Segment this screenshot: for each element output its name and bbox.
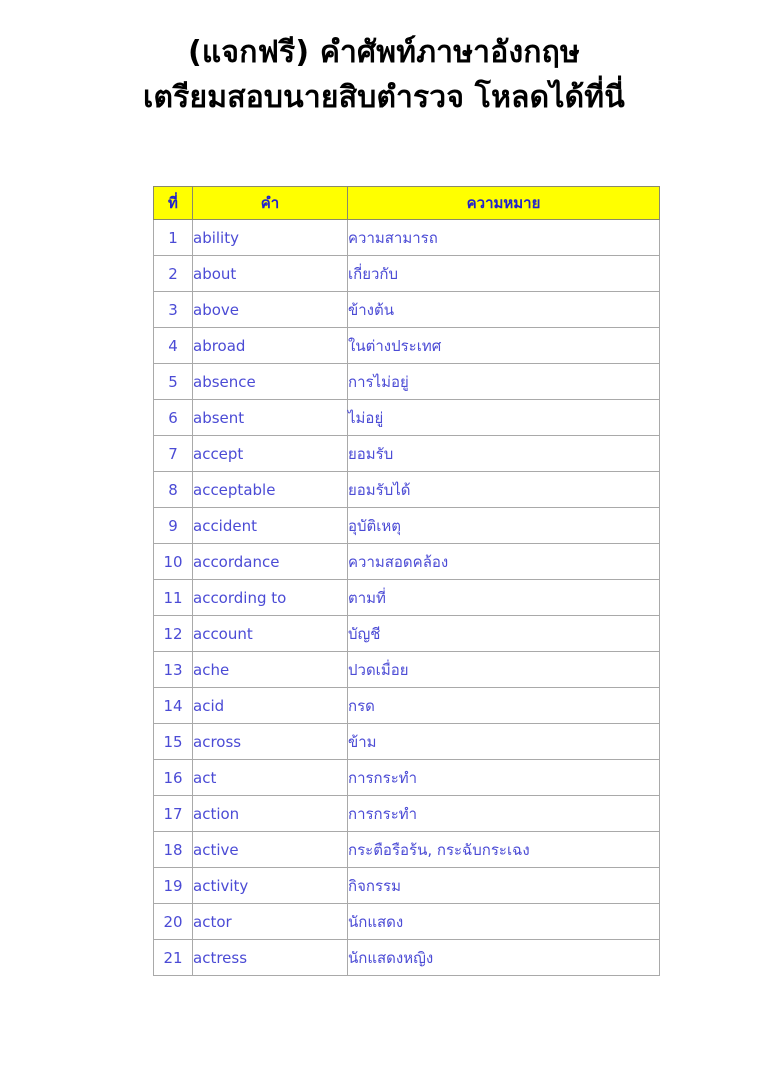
table-row: 2 about เกี่ยวกับ: [153, 255, 660, 292]
cell-number: 5: [153, 363, 193, 400]
cell-word: according to: [192, 579, 348, 616]
cell-number: 7: [153, 435, 193, 472]
cell-meaning: นักแสดง: [347, 903, 660, 940]
cell-word: active: [192, 831, 348, 868]
cell-number: 11: [153, 579, 193, 616]
page-title: (แจกฟรี) คำศัพท์ภาษาอังกฤษ เตรียมสอบนายส…: [0, 0, 768, 120]
cell-word: absence: [192, 363, 348, 400]
table-row: 4 abroad ในต่างประเทศ: [153, 327, 660, 364]
vocabulary-table: ที่ คำ ความหมาย 1 ability ความสามารถ 2 about…: [153, 186, 660, 976]
cell-meaning: ตามที่: [347, 579, 660, 616]
cell-number: 6: [153, 399, 193, 436]
table-row: 17 action การกระทำ: [153, 795, 660, 832]
cell-word: accordance: [192, 543, 348, 580]
cell-meaning: การกระทำ: [347, 759, 660, 796]
table-row: 12 account บัญชี: [153, 615, 660, 652]
column-header-meaning: ความหมาย: [347, 186, 660, 220]
table-row: 11 according to ตามที่: [153, 579, 660, 616]
cell-word: acceptable: [192, 471, 348, 508]
table-row: 21 actress นักแสดงหญิง: [153, 939, 660, 976]
cell-meaning: กระตือรือร้น, กระฉับกระเฉง: [347, 831, 660, 868]
table-row: 14 acid กรด: [153, 687, 660, 724]
cell-word: about: [192, 255, 348, 292]
table-row: 9 accident อุบัติเหตุ: [153, 507, 660, 544]
cell-meaning: ข้างต้น: [347, 291, 660, 328]
cell-meaning: ความสามารถ: [347, 219, 660, 256]
table-row: 3 above ข้างต้น: [153, 291, 660, 328]
cell-word: accident: [192, 507, 348, 544]
cell-word: activity: [192, 867, 348, 904]
cell-number: 14: [153, 687, 193, 724]
cell-word: across: [192, 723, 348, 760]
cell-meaning: ในต่างประเทศ: [347, 327, 660, 364]
cell-meaning: กรด: [347, 687, 660, 724]
cell-number: 3: [153, 291, 193, 328]
cell-meaning: นักแสดงหญิง: [347, 939, 660, 976]
cell-meaning: ยอมรับ: [347, 435, 660, 472]
cell-number: 2: [153, 255, 193, 292]
cell-word: ability: [192, 219, 348, 256]
column-header-word: คำ: [192, 186, 348, 220]
cell-word: absent: [192, 399, 348, 436]
table-header: ที่ คำ ความหมาย: [153, 186, 660, 220]
cell-meaning: เกี่ยวกับ: [347, 255, 660, 292]
table-row: 15 across ข้าม: [153, 723, 660, 760]
cell-meaning: บัญชี: [347, 615, 660, 652]
cell-number: 20: [153, 903, 193, 940]
cell-meaning: ข้าม: [347, 723, 660, 760]
title-line-2: เตรียมสอบนายสิบตำรวจ โหลดได้ที่นี่: [143, 80, 625, 115]
table-row: 16 act การกระทำ: [153, 759, 660, 796]
cell-word: acid: [192, 687, 348, 724]
cell-number: 8: [153, 471, 193, 508]
cell-number: 1: [153, 219, 193, 256]
cell-number: 13: [153, 651, 193, 688]
cell-word: actress: [192, 939, 348, 976]
cell-meaning: การกระทำ: [347, 795, 660, 832]
title-line-1: (แจกฟรี) คำศัพท์ภาษาอังกฤษ: [187, 35, 581, 70]
table-body: 1 ability ความสามารถ 2 about เกี่ยวกับ 3 above ข…: [153, 219, 660, 976]
cell-word: ache: [192, 651, 348, 688]
table-row: 5 absence การไม่อยู่: [153, 363, 660, 400]
cell-word: action: [192, 795, 348, 832]
table-row: 7 accept ยอมรับ: [153, 435, 660, 472]
table-header-row: ที่ คำ ความหมาย: [153, 186, 660, 220]
cell-word: account: [192, 615, 348, 652]
cell-meaning: กิจกรรม: [347, 867, 660, 904]
cell-number: 19: [153, 867, 193, 904]
cell-meaning: ปวดเมื่อย: [347, 651, 660, 688]
cell-number: 15: [153, 723, 193, 760]
cell-number: 17: [153, 795, 193, 832]
table-row: 13 ache ปวดเมื่อย: [153, 651, 660, 688]
cell-meaning: ไม่อยู่: [347, 399, 660, 436]
cell-number: 12: [153, 615, 193, 652]
table-row: 20 actor นักแสดง: [153, 903, 660, 940]
table-row: 6 absent ไม่อยู่: [153, 399, 660, 436]
cell-number: 10: [153, 543, 193, 580]
cell-meaning: อุบัติเหตุ: [347, 507, 660, 544]
cell-word: above: [192, 291, 348, 328]
cell-word: act: [192, 759, 348, 796]
cell-number: 18: [153, 831, 193, 868]
cell-word: actor: [192, 903, 348, 940]
cell-number: 21: [153, 939, 193, 976]
cell-word: abroad: [192, 327, 348, 364]
table-row: 18 active กระตือรือร้น, กระฉับกระเฉง: [153, 831, 660, 868]
cell-number: 9: [153, 507, 193, 544]
cell-meaning: ยอมรับได้: [347, 471, 660, 508]
table-row: 19 activity กิจกรรม: [153, 867, 660, 904]
column-header-number: ที่: [153, 186, 193, 220]
cell-meaning: ความสอดคล้อง: [347, 543, 660, 580]
table-row: 10 accordance ความสอดคล้อง: [153, 543, 660, 580]
cell-word: accept: [192, 435, 348, 472]
cell-number: 16: [153, 759, 193, 796]
vocabulary-table-container: ที่ คำ ความหมาย 1 ability ความสามารถ 2 about…: [153, 186, 660, 976]
table-row: 8 acceptable ยอมรับได้: [153, 471, 660, 508]
cell-number: 4: [153, 327, 193, 364]
table-row: 1 ability ความสามารถ: [153, 219, 660, 256]
cell-meaning: การไม่อยู่: [347, 363, 660, 400]
